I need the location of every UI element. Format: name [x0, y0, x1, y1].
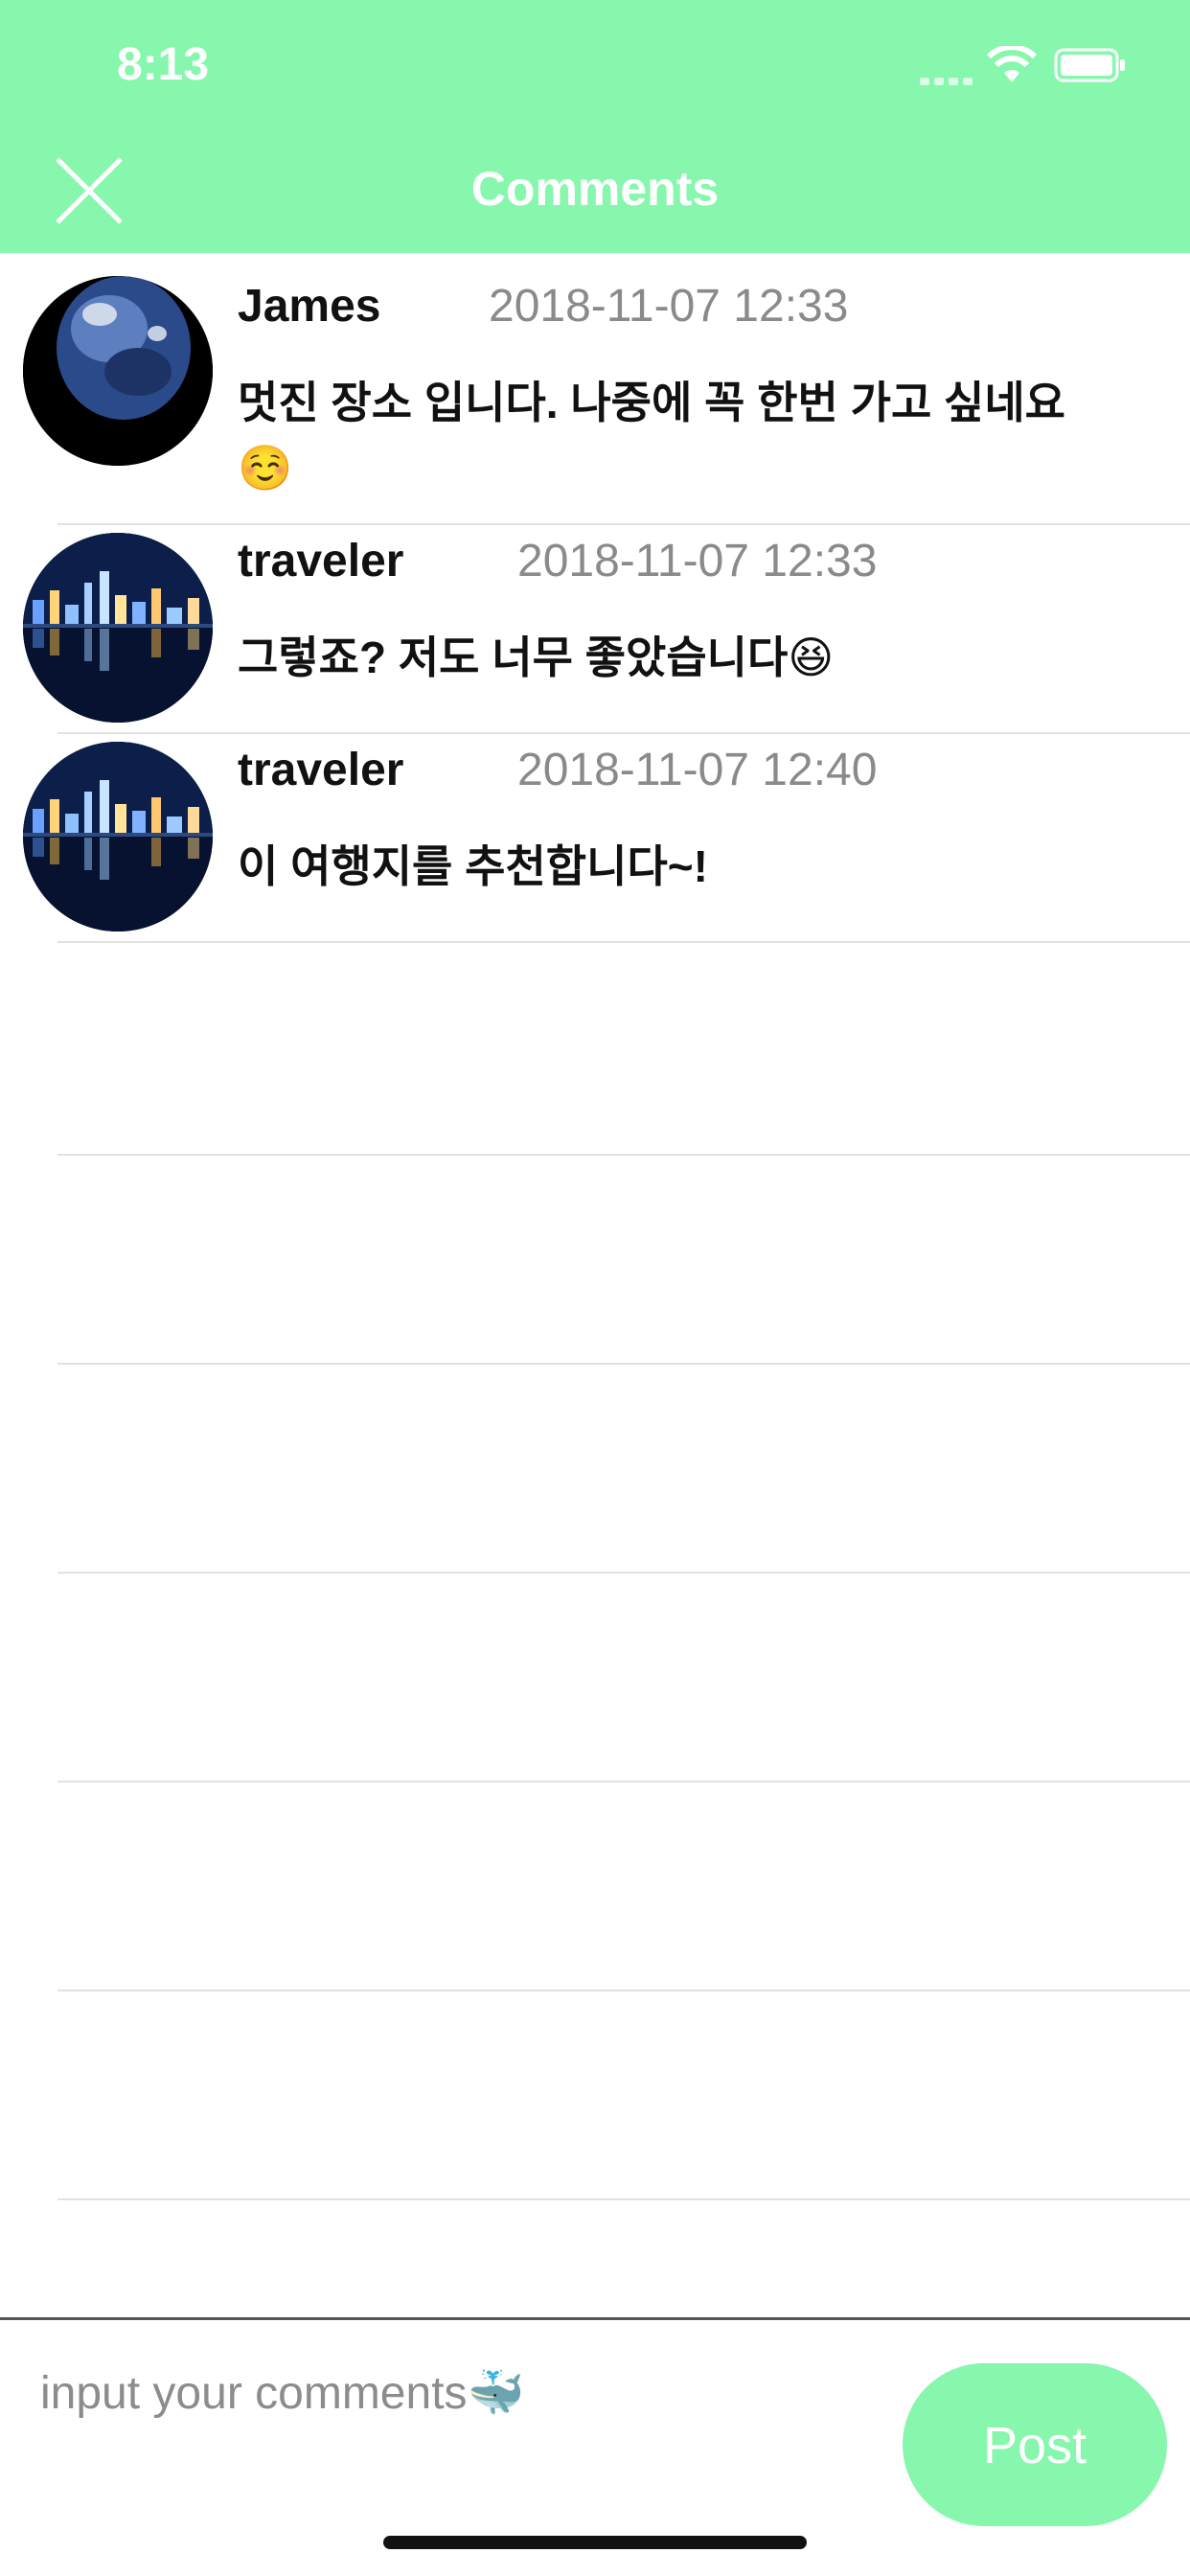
page-title: Comments: [470, 162, 720, 216]
comment-row[interactable]: James 2018-11-07 12:33 멋진 장소 입니다. 나중에 꼭 …: [0, 253, 1190, 525]
comment-date: 2018-11-07 12:33: [517, 536, 878, 586]
wifi-icon: [987, 46, 1037, 82]
avatar: [23, 742, 213, 932]
composer-divider: [0, 2317, 1190, 2320]
comment-date: 2018-11-07 12:40: [517, 745, 878, 795]
city-night-avatar-icon: [23, 742, 213, 932]
avatar: [23, 533, 213, 723]
post-button[interactable]: Post: [903, 2363, 1167, 2526]
empty-row-separator: [57, 1990, 1190, 1991]
earth-avatar-icon: [23, 276, 213, 466]
comment-input[interactable]: [38, 2354, 885, 2432]
empty-row-separator: [57, 1154, 1190, 1156]
comment-username: traveler: [238, 745, 404, 795]
battery-icon: [1054, 48, 1125, 82]
row-separator: [57, 941, 1190, 943]
comment-text: 그렇죠? 저도 너무 좋았습니다😆: [238, 632, 835, 682]
empty-row-separator: [57, 1781, 1190, 1782]
comment-username: traveler: [238, 536, 404, 586]
comment-text: 멋진 장소 입니다. 나중에 꼭 한번 가고 싶네요☺️: [238, 378, 1066, 493]
home-indicator: [383, 2536, 807, 2549]
comment-row[interactable]: traveler 2018-11-07 12:33 그렇죠? 저도 너무 좋았습…: [0, 525, 1190, 734]
empty-row-separator: [57, 1572, 1190, 1574]
empty-row-separator: [57, 2198, 1190, 2200]
comment-row[interactable]: traveler 2018-11-07 12:40 이 여행지를 추천합니다~!: [0, 734, 1190, 943]
city-night-avatar-icon: [23, 533, 213, 723]
avatar: [23, 276, 213, 466]
status-time: 8:13: [117, 39, 210, 90]
comment-username: James: [238, 281, 381, 332]
comment-text: 이 여행지를 추천합니다~!: [238, 841, 708, 891]
empty-row-separator: [57, 1363, 1190, 1365]
cellular-signal-icon: [920, 73, 977, 85]
nav-header: 8:13 Comments: [0, 0, 1190, 253]
comment-date: 2018-11-07 12:33: [489, 281, 849, 332]
